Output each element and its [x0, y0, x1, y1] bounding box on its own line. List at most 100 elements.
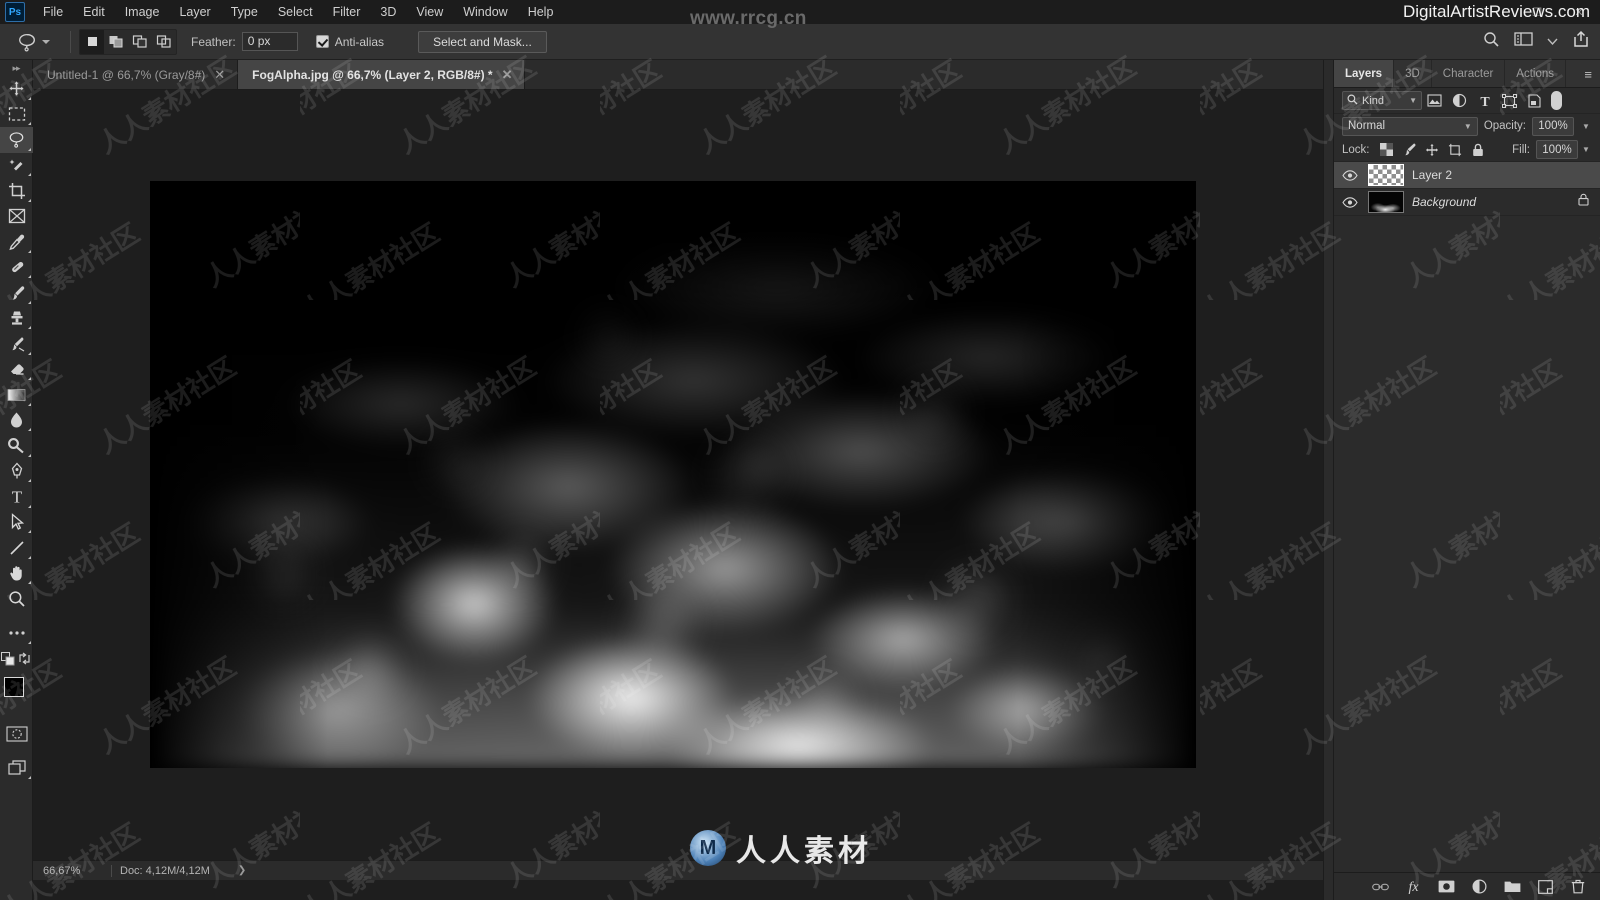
crop-tool[interactable]: [0, 178, 33, 204]
tab-layers[interactable]: Layers: [1334, 60, 1395, 87]
layer-thumbnail[interactable]: [1368, 191, 1404, 213]
layer-filter-kind-select[interactable]: Kind ▼: [1342, 91, 1422, 110]
menu-item-filter[interactable]: Filter: [323, 1, 371, 23]
panel-menu-icon[interactable]: ≡: [1584, 60, 1592, 88]
eraser-tool[interactable]: [0, 357, 33, 383]
layer-visibility-eye-icon[interactable]: [1340, 169, 1360, 181]
new-selection-button[interactable]: [80, 29, 104, 54]
menu-item-image[interactable]: Image: [115, 1, 170, 23]
type-filter-icon[interactable]: T: [1472, 90, 1497, 112]
chevron-down-icon[interactable]: ▼: [1464, 122, 1472, 131]
document-canvas[interactable]: [150, 181, 1196, 768]
status-chevron-icon[interactable]: ❯: [238, 865, 246, 876]
collapsed-panel-strip[interactable]: [1323, 60, 1333, 900]
menu-item-window[interactable]: Window: [453, 1, 517, 23]
workspace-icon[interactable]: [1514, 31, 1533, 52]
lock-artboard-icon[interactable]: [1445, 140, 1466, 160]
toolbar-expand-button[interactable]: ▸▸: [0, 60, 32, 76]
adjustment-filter-icon[interactable]: [1447, 90, 1472, 112]
subtract-from-selection-button[interactable]: [128, 30, 152, 54]
frame-tool[interactable]: [0, 204, 33, 230]
fill-input[interactable]: 100%: [1536, 140, 1578, 159]
minimize-button[interactable]: –: [1474, 0, 1516, 24]
new-layer-icon[interactable]: [1536, 878, 1554, 896]
blur-tool[interactable]: [0, 408, 33, 434]
active-tool-preview[interactable]: [16, 31, 50, 53]
new-group-icon[interactable]: [1503, 878, 1521, 896]
close-icon[interactable]: ✕: [502, 68, 513, 81]
maximize-button[interactable]: ❐: [1516, 0, 1558, 24]
close-icon[interactable]: ✕: [214, 68, 225, 81]
gradient-tool[interactable]: [0, 382, 33, 408]
select-and-mask-button[interactable]: Select and Mask...: [418, 30, 547, 53]
document-tab-fogalpha[interactable]: FogAlpha.jpg @ 66,7% (Layer 2, RGB/8#) *…: [238, 60, 526, 89]
eyedropper-tool[interactable]: [0, 229, 33, 255]
lock-image-pixels-icon[interactable]: [1399, 140, 1420, 160]
default-colors-icon[interactable]: [0, 646, 16, 672]
lock-all-icon[interactable]: [1468, 140, 1489, 160]
pen-tool[interactable]: [0, 459, 33, 485]
tab-3d[interactable]: 3D: [1394, 60, 1432, 87]
foreground-color-swatch[interactable]: [4, 676, 24, 697]
rectangular-marquee-tool[interactable]: [0, 102, 33, 128]
clone-stamp-tool[interactable]: [0, 306, 33, 332]
lock-transparent-pixels-icon[interactable]: [1376, 140, 1397, 160]
delete-layer-icon[interactable]: [1569, 878, 1587, 896]
layer-thumbnail[interactable]: [1368, 164, 1404, 186]
menu-item-view[interactable]: View: [406, 1, 453, 23]
tab-character[interactable]: Character: [1431, 60, 1506, 87]
anti-alias-checkbox-wrapper[interactable]: Anti-alias: [315, 35, 384, 49]
intersect-with-selection-button[interactable]: [152, 30, 176, 54]
smartobject-filter-icon[interactable]: [1522, 90, 1547, 112]
chevron-down-icon[interactable]: ▼: [1409, 96, 1417, 105]
tool-preset-chevron-icon[interactable]: [42, 39, 50, 44]
canvas-area[interactable]: [33, 90, 1323, 860]
lock-position-icon[interactable]: [1422, 140, 1443, 160]
layer-style-icon[interactable]: fx: [1404, 878, 1422, 896]
layer-mask-icon[interactable]: [1437, 878, 1455, 896]
tab-actions[interactable]: Actions: [1505, 60, 1567, 87]
layer-name[interactable]: Background: [1412, 195, 1570, 209]
anti-alias-checkbox[interactable]: [315, 35, 329, 48]
opacity-chevron-icon[interactable]: ▼: [1580, 122, 1592, 131]
move-tool[interactable]: [0, 76, 33, 102]
table-row[interactable]: Layer 2: [1334, 162, 1600, 189]
feather-input[interactable]: 0 px: [241, 32, 298, 51]
quick-mask-toggle-icon[interactable]: [0, 722, 33, 748]
brush-tool[interactable]: [0, 280, 33, 306]
menu-item-file[interactable]: File: [33, 1, 73, 23]
shape-filter-icon[interactable]: [1497, 90, 1522, 112]
pixel-filter-icon[interactable]: [1422, 90, 1447, 112]
line-tool[interactable]: [0, 535, 33, 561]
hand-tool[interactable]: [0, 561, 33, 587]
layer-name[interactable]: Layer 2: [1412, 168, 1594, 182]
swap-colors-icon[interactable]: [16, 646, 32, 672]
dodge-tool[interactable]: [0, 433, 33, 459]
spot-healing-brush-tool[interactable]: [0, 255, 33, 281]
table-row[interactable]: Background: [1334, 189, 1600, 216]
menu-item-select[interactable]: Select: [268, 1, 323, 23]
history-brush-tool[interactable]: [0, 331, 33, 357]
edit-toolbar-ellipsis-icon[interactable]: [0, 621, 33, 647]
add-to-selection-button[interactable]: [104, 30, 128, 54]
document-tab-untitled-1[interactable]: Untitled-1 @ 66,7% (Gray/8#) ✕: [33, 60, 239, 89]
filter-enable-toggle[interactable]: [1551, 91, 1562, 110]
link-layers-icon[interactable]: [1371, 878, 1389, 896]
adjustment-layer-icon[interactable]: [1470, 878, 1488, 896]
menu-item-type[interactable]: Type: [221, 1, 268, 23]
menu-item-edit[interactable]: Edit: [73, 1, 115, 23]
zoom-tool[interactable]: [0, 586, 33, 612]
path-selection-tool[interactable]: [0, 510, 33, 536]
chevron-down-icon[interactable]: [1547, 33, 1558, 51]
quick-selection-tool[interactable]: [0, 153, 33, 179]
menu-item-layer[interactable]: Layer: [169, 1, 220, 23]
share-icon[interactable]: [1572, 30, 1590, 53]
zoom-level[interactable]: 66,67%: [33, 865, 103, 877]
search-icon[interactable]: [1483, 31, 1500, 53]
close-button[interactable]: ✕: [1558, 0, 1600, 24]
opacity-input[interactable]: 100%: [1532, 116, 1574, 136]
blend-mode-select[interactable]: Normal ▼: [1342, 116, 1478, 136]
lasso-tool[interactable]: [0, 127, 33, 153]
screen-mode-toggle-icon[interactable]: [0, 755, 33, 781]
fill-chevron-icon[interactable]: ▼: [1580, 145, 1592, 154]
